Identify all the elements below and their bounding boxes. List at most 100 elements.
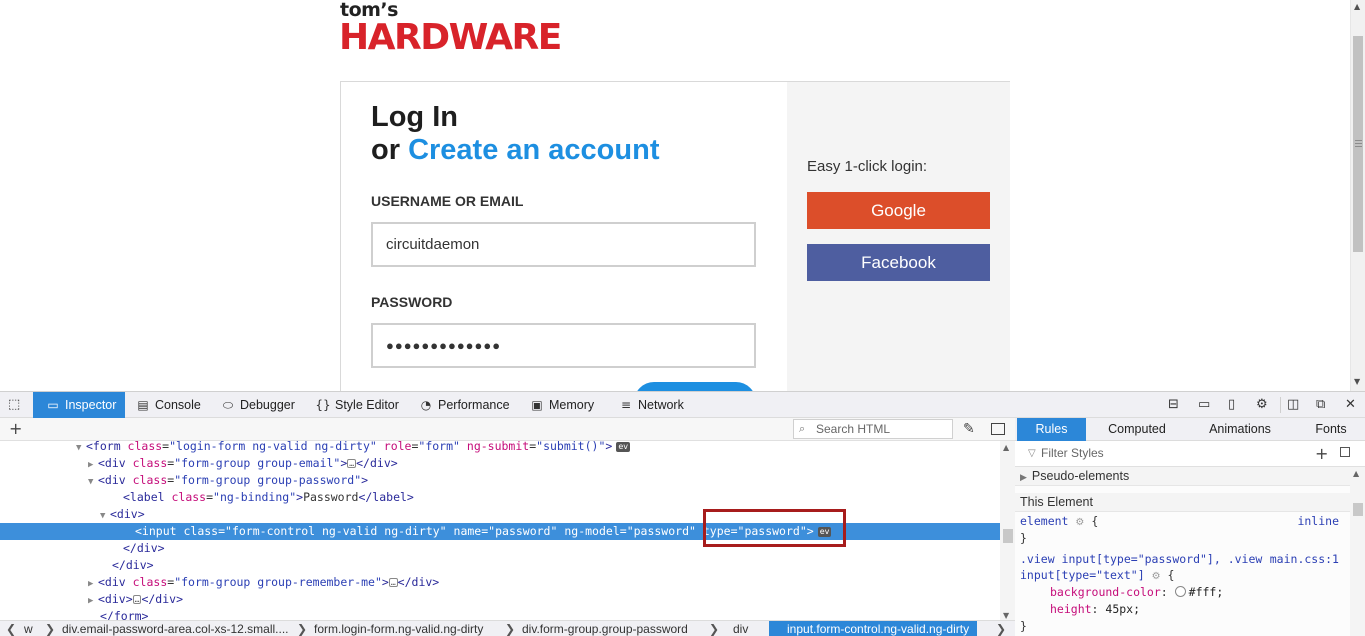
google-login-button[interactable]: Google bbox=[807, 192, 990, 229]
login-submit-button[interactable] bbox=[634, 382, 756, 391]
css-rule-source[interactable]: main.css:1 bbox=[1270, 551, 1339, 568]
toggle-pseudo-class-icon[interactable] bbox=[1340, 447, 1350, 457]
attr-value[interactable]: "form-group group-remember-me" bbox=[174, 575, 382, 589]
attr-name[interactable]: class bbox=[133, 473, 168, 487]
markup-scrollbar[interactable]: ▲ ▼ bbox=[1000, 441, 1015, 623]
tab-debugger[interactable]: ⬭ Debugger bbox=[220, 392, 295, 418]
add-node-plus-icon[interactable]: + bbox=[9, 418, 22, 440]
css-property-name[interactable]: height bbox=[1050, 602, 1092, 616]
dom-node-row[interactable]: </div> bbox=[0, 557, 1000, 574]
dom-node-row[interactable]: ▶ <div class="form-group group-remember-m… bbox=[0, 574, 1000, 591]
dom-node-row[interactable]: ▶ <div class="form-group group-email">… </… bbox=[0, 455, 1000, 472]
attr-value[interactable]: "ng-binding" bbox=[213, 490, 296, 504]
dom-tree[interactable]: ▼ <form class="login-form ng-valid ng-dir… bbox=[0, 441, 1000, 623]
dom-node-row[interactable]: ▼ <form class="login-form ng-valid ng-dir… bbox=[0, 441, 1000, 455]
rule-gear-icon[interactable]: ⚙ bbox=[1075, 517, 1084, 528]
attr-value[interactable]: "submit()" bbox=[536, 441, 605, 453]
tree-scroll-up-icon[interactable]: ▲ bbox=[1003, 443, 1009, 452]
tab-inspector[interactable]: ▭ Inspector bbox=[33, 392, 125, 418]
tree-scroll-thumb[interactable] bbox=[1003, 529, 1013, 543]
dom-node-row[interactable]: <label class="ng-binding">Password</labe… bbox=[0, 489, 1000, 506]
page-scroll-thumb[interactable] bbox=[1353, 36, 1363, 252]
page-scrollbar[interactable]: ▲ ▼ bbox=[1350, 0, 1365, 391]
toggle-sidebar-icon[interactable] bbox=[991, 423, 1005, 435]
event-badge[interactable]: ev bbox=[616, 442, 630, 452]
breadcrumb-item-active[interactable]: input.form-control.ng-valid.ng-dirty bbox=[769, 621, 978, 636]
tab-animations[interactable]: Animations bbox=[1200, 418, 1280, 441]
attr-name[interactable]: class bbox=[133, 456, 168, 470]
eyedropper-icon[interactable]: ✎ bbox=[963, 418, 975, 440]
settings-gear-icon[interactable]: ⚙ bbox=[1256, 392, 1268, 418]
search-html-input[interactable]: ⌕ Search HTML bbox=[793, 419, 953, 439]
css-property-value[interactable]: #fff; bbox=[1189, 585, 1224, 599]
dock-options-icon[interactable]: ⊟ bbox=[1168, 392, 1179, 418]
separate-window-icon[interactable]: ⧉ bbox=[1316, 392, 1325, 418]
attr-name[interactable]: ng-submit bbox=[467, 441, 529, 453]
attr-value[interactable]: "password" bbox=[627, 524, 696, 538]
filter-styles-input[interactable]: ▽ Filter Styles bbox=[1025, 444, 1305, 463]
breadcrumb-item[interactable]: div bbox=[733, 621, 748, 636]
rules-scrollbar[interactable]: ▲ bbox=[1350, 467, 1365, 636]
tab-performance[interactable]: ◔ Performance bbox=[418, 392, 510, 418]
rules-scroll-up-icon[interactable]: ▲ bbox=[1353, 469, 1359, 478]
tree-scroll-down-icon[interactable]: ▼ bbox=[1003, 611, 1009, 620]
attr-name[interactable]: class bbox=[183, 524, 218, 538]
tab-memory[interactable]: ▣ Memory bbox=[529, 392, 594, 418]
filter-styles-row: ▽ Filter Styles + bbox=[1015, 441, 1365, 467]
attr-name[interactable]: class bbox=[128, 441, 163, 453]
attr-value[interactable]: "form" bbox=[418, 441, 460, 453]
breadcrumb-item[interactable]: div.form-group.group-password bbox=[522, 621, 688, 636]
attr-name[interactable]: class bbox=[133, 575, 168, 589]
breadcrumb-scroll-right-icon[interactable]: ❯ bbox=[996, 621, 1006, 636]
scroll-up-arrow-icon[interactable]: ▲ bbox=[1354, 2, 1360, 11]
toms-hardware-logo[interactable]: tom’s HARDWARE bbox=[339, 0, 569, 62]
collapsed-children-icon[interactable]: … bbox=[388, 578, 398, 587]
attr-value[interactable]: "login-form ng-valid ng-dirty" bbox=[169, 441, 377, 453]
breadcrumb-item[interactable]: div.email-password-area.col-xs-12.small.… bbox=[62, 621, 289, 636]
split-console-icon[interactable]: ▭ bbox=[1198, 392, 1210, 418]
breadcrumb-item[interactable]: w bbox=[24, 621, 33, 636]
dock-side-icon[interactable]: ◫ bbox=[1287, 392, 1299, 418]
attr-name[interactable]: name bbox=[454, 524, 482, 538]
dom-node-row[interactable]: ▼ <div> bbox=[0, 506, 1000, 523]
attr-name[interactable]: ng-model bbox=[564, 524, 619, 538]
password-field[interactable]: ●●●●●●●●●●●●● bbox=[371, 323, 756, 368]
tab-style-editor[interactable]: {} Style Editor bbox=[315, 392, 399, 418]
collapsed-children-icon[interactable]: … bbox=[347, 459, 357, 468]
tab-console[interactable]: ▤ Console bbox=[135, 392, 201, 418]
username-field[interactable]: circuitdaemon bbox=[371, 222, 756, 267]
attr-name[interactable]: class bbox=[171, 490, 206, 504]
add-rule-plus-icon[interactable]: + bbox=[1315, 443, 1328, 465]
css-property-name[interactable]: background-color bbox=[1050, 585, 1161, 599]
create-account-link[interactable]: Create an account bbox=[408, 134, 659, 166]
attr-value[interactable]: "form-group group-email" bbox=[174, 456, 340, 470]
close-devtools-icon[interactable]: ✕ bbox=[1345, 392, 1356, 418]
element-rule-source[interactable]: inline bbox=[1297, 513, 1339, 530]
responsive-design-icon[interactable]: ▯ bbox=[1228, 392, 1235, 418]
facebook-login-button[interactable]: Facebook bbox=[807, 244, 990, 281]
dom-node-row[interactable]: </div> bbox=[0, 540, 1000, 557]
breadcrumb-item[interactable]: form.login-form.ng-valid.ng-dirty bbox=[314, 621, 483, 636]
tab-network[interactable]: ≡ Network bbox=[618, 392, 684, 418]
element-picker-icon[interactable]: ⬚ bbox=[8, 392, 20, 418]
scroll-down-arrow-icon[interactable]: ▼ bbox=[1354, 377, 1360, 386]
tab-fonts[interactable]: Fonts bbox=[1305, 418, 1357, 441]
dom-node-row[interactable]: ▶ <div>… </div> bbox=[0, 591, 1000, 608]
text-node[interactable]: Password bbox=[303, 490, 358, 504]
breadcrumb-scroll-left-icon[interactable]: ❮ bbox=[6, 621, 16, 636]
attr-value[interactable]: "password" bbox=[488, 524, 557, 538]
tab-computed[interactable]: Computed bbox=[1099, 418, 1175, 441]
color-swatch-icon[interactable] bbox=[1174, 586, 1186, 597]
pseudo-elements-header[interactable]: ▶ Pseudo-elements bbox=[1015, 467, 1350, 486]
attr-value[interactable]: "form-control ng-valid ng-dirty" bbox=[225, 524, 447, 538]
dom-node-row-selected[interactable]: <input class="form-control ng-valid ng-d… bbox=[0, 523, 1000, 540]
css-property-line[interactable]: background-color: #fff; bbox=[1050, 584, 1223, 601]
attr-name[interactable]: role bbox=[384, 441, 412, 453]
rules-scroll-thumb[interactable] bbox=[1353, 503, 1363, 516]
dom-node-row[interactable]: ▼ <div class="form-group group-password"> bbox=[0, 472, 1000, 489]
css-property-line[interactable]: height: 45px; bbox=[1050, 601, 1140, 618]
tab-rules[interactable]: Rules bbox=[1017, 418, 1086, 441]
rule-gear-icon[interactable]: ⚙ bbox=[1152, 571, 1161, 582]
attr-value[interactable]: "form-group group-password" bbox=[174, 473, 361, 487]
css-property-value[interactable]: 45px; bbox=[1105, 602, 1140, 616]
